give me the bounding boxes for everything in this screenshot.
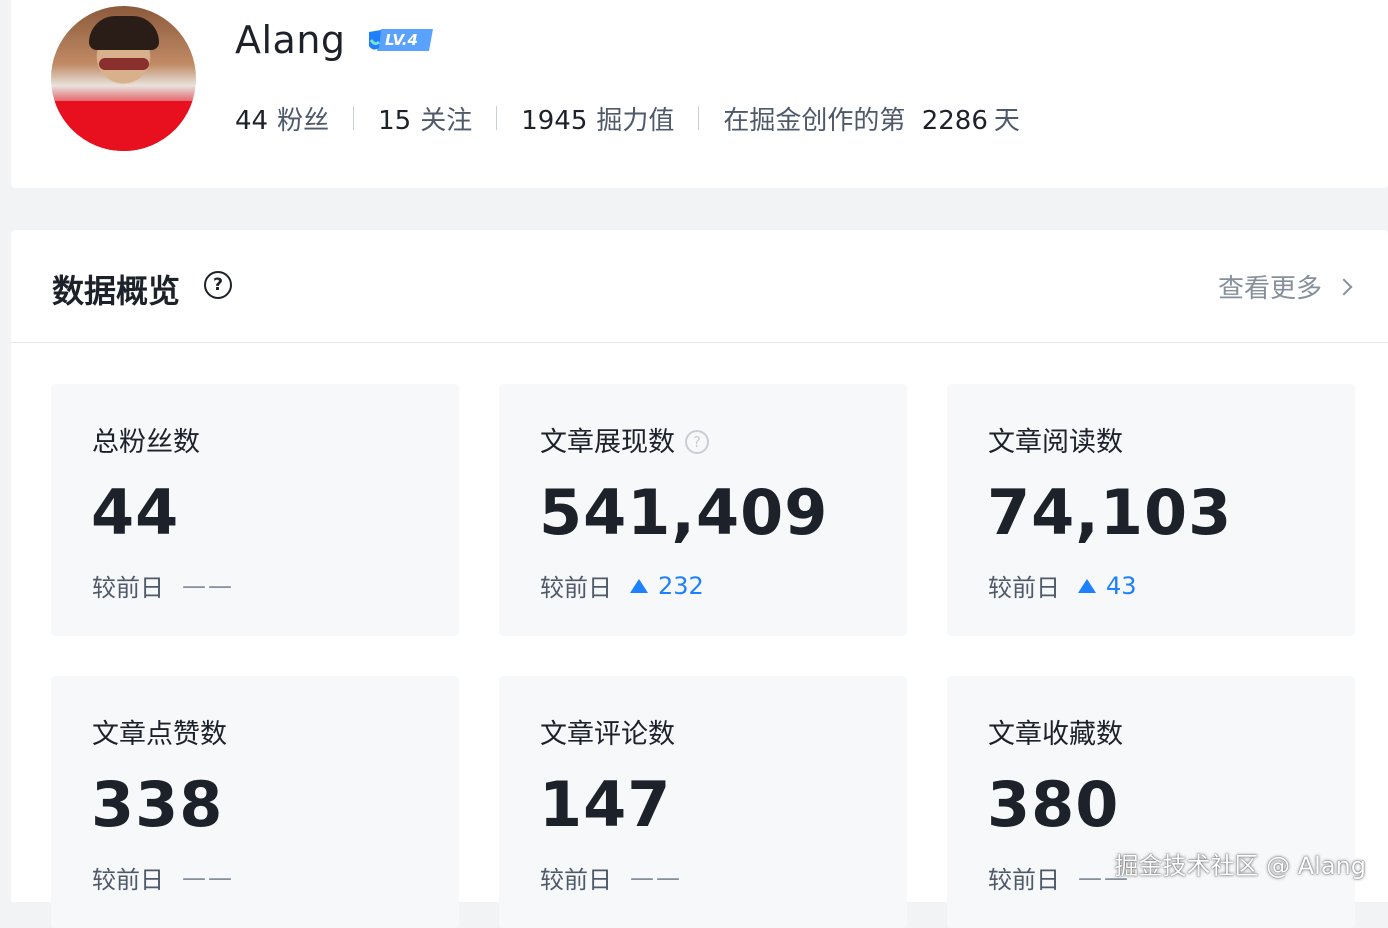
data-overview-card: 数据概览 ? 查看更多 总粉丝数 44 较前日 —— 文章展现数? 541,40…: [11, 230, 1388, 928]
followers-label: 粉丝: [277, 105, 330, 136]
compare-label: 较前日: [988, 574, 1060, 602]
stat-compare: 较前日 ——: [92, 568, 234, 603]
compare-label: 较前日: [988, 866, 1060, 894]
stat-followers[interactable]: 44 粉丝: [235, 100, 329, 137]
stat-label: 文章收藏数: [988, 719, 1123, 750]
divider: [496, 106, 498, 130]
creation-suffix: 天: [993, 105, 1020, 136]
avatar[interactable]: [51, 6, 196, 151]
stat-card-article-favorites[interactable]: 文章收藏数 380 较前日 ——: [947, 676, 1355, 928]
divider: [353, 106, 355, 130]
power-label: 掘力值: [596, 105, 675, 136]
trend-value: 232: [658, 571, 704, 600]
stat-card-article-reads[interactable]: 文章阅读数 74,103 较前日 43: [947, 384, 1355, 636]
profile-stats: 44 粉丝 15 关注 1945 掘力值 在掘金创作的第 2286 天: [235, 100, 1020, 136]
level-text: LV.4: [385, 31, 418, 49]
stat-value: 338: [91, 768, 224, 841]
trend-flat: ——: [182, 863, 234, 892]
profile-card: Alang LV.4 44 粉丝 15 关注 1945 掘力值 在掘金创作的第 228…: [11, 0, 1388, 188]
avatar-hair: [89, 16, 159, 50]
creation-prefix: 在掘金创作的第: [723, 105, 906, 136]
stat-power: 1945 掘力值: [521, 100, 674, 137]
avatar-shirt: [51, 101, 196, 151]
stat-value: 147: [539, 768, 672, 841]
trend-flat: ——: [630, 863, 682, 892]
overview-header: 数据概览 ? 查看更多: [11, 230, 1388, 343]
trend-up: 232: [630, 572, 704, 600]
trend-up: 43: [1078, 572, 1137, 600]
view-more-label: 查看更多: [1217, 274, 1322, 304]
compare-label: 较前日: [540, 574, 612, 602]
help-icon[interactable]: ?: [204, 271, 232, 299]
stat-compare: 较前日 232: [540, 568, 704, 603]
trend-value: 43: [1106, 571, 1137, 600]
creation-days-value: 2286: [921, 105, 988, 136]
stat-compare: 较前日 ——: [92, 860, 234, 895]
compare-label: 较前日: [92, 574, 164, 602]
stat-compare: 较前日 ——: [988, 860, 1130, 895]
watermark: 掘金技术社区 @ Alang: [1114, 852, 1367, 880]
username[interactable]: Alang: [235, 18, 346, 62]
stat-compare: 较前日 ——: [540, 860, 682, 895]
power-value: 1945: [521, 105, 588, 136]
stat-label: 文章阅读数: [988, 427, 1123, 458]
stat-value: 44: [91, 476, 180, 549]
stat-label: 文章点赞数: [92, 719, 227, 750]
stat-following[interactable]: 15 关注: [378, 100, 472, 137]
stat-value: 74,103: [987, 476, 1233, 549]
stat-value: 380: [987, 768, 1120, 841]
level-badge: LV.4: [367, 26, 435, 54]
stat-card-article-comments[interactable]: 文章评论数 147 较前日 ——: [499, 676, 907, 928]
compare-label: 较前日: [92, 866, 164, 894]
up-triangle-icon: [1078, 578, 1096, 593]
stat-compare: 较前日 43: [988, 568, 1137, 603]
stat-card-total-followers[interactable]: 总粉丝数 44 较前日 ——: [51, 384, 459, 636]
overview-title: 数据概览: [52, 272, 181, 310]
view-more-link[interactable]: 查看更多: [1217, 268, 1353, 305]
followers-count: 44: [235, 105, 269, 136]
divider: [698, 106, 700, 130]
help-icon[interactable]: ?: [685, 429, 709, 454]
following-count: 15: [378, 105, 412, 136]
stat-value: 541,409: [539, 476, 829, 549]
stat-card-article-impressions[interactable]: 文章展现数? 541,409 较前日 232: [499, 384, 907, 636]
stat-label: 总粉丝数: [92, 427, 200, 458]
stat-card-article-likes[interactable]: 文章点赞数 338 较前日 ——: [51, 676, 459, 928]
compare-label: 较前日: [540, 866, 612, 894]
chevron-right-icon: [1335, 278, 1353, 295]
avatar-sunglasses: [99, 58, 149, 70]
trend-flat: ——: [182, 571, 234, 600]
following-label: 关注: [420, 105, 473, 136]
stat-label: 文章评论数: [540, 719, 675, 750]
up-triangle-icon: [630, 578, 648, 593]
creation-days: 在掘金创作的第 2286 天: [723, 100, 1019, 137]
stat-label-text: 文章展现数: [540, 427, 675, 458]
stat-label: 文章展现数?: [540, 420, 709, 459]
